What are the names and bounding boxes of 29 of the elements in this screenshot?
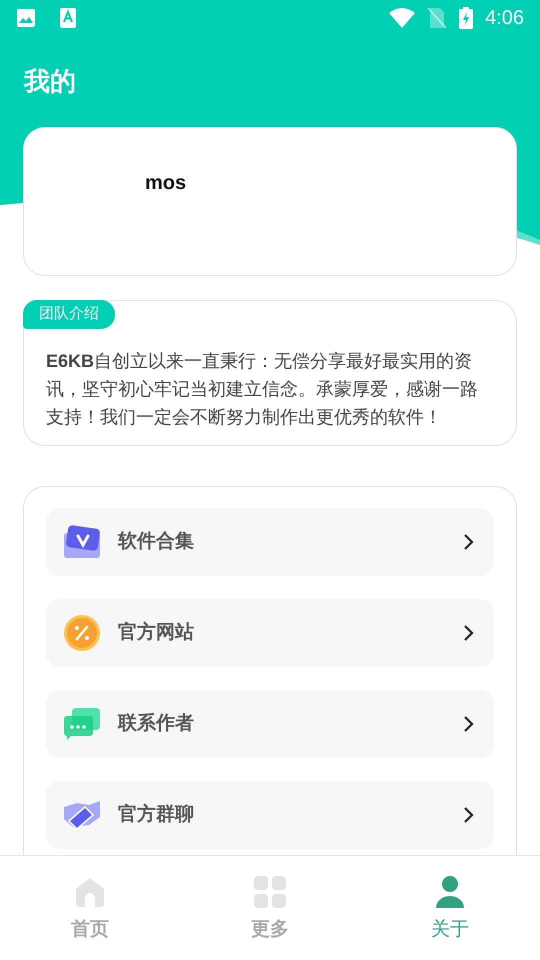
menu-item[interactable]: 联系作者: [46, 690, 494, 758]
grid-icon: [254, 876, 286, 908]
team-description: E6KB自创立以来一直秉行：无偿分享最好最实用的资讯，坚守初心牢记当初建立信念。承蒙厚爱，感谢一路支持！我们一定会不断努力制作出更优秀的软件！: [45, 350, 479, 429]
menu-item[interactable]: 软件合集: [46, 508, 494, 576]
image-icon: [16, 8, 36, 28]
menu-label: 软件合集: [118, 530, 195, 554]
person-icon: [434, 876, 466, 908]
no-sim-icon: [427, 7, 448, 29]
battery-charging-icon: [459, 7, 474, 29]
menu-item[interactable]: 官方群聊: [46, 781, 494, 849]
text-a-icon: [60, 8, 76, 28]
menu-label: 官方网站: [118, 620, 195, 645]
video-card-icon: [63, 525, 101, 559]
chevron-right-icon: [462, 624, 474, 642]
percent-coin-icon: [63, 615, 101, 651]
menu-label: 官方群聊: [118, 802, 195, 827]
chevron-right-icon: [462, 806, 474, 824]
team-tag: 团队介绍: [23, 300, 115, 329]
handshake-icon: [63, 799, 101, 831]
wifi-icon: [389, 8, 416, 28]
home-icon: [74, 876, 106, 908]
status-time: 4:06: [485, 6, 524, 31]
chevron-right-icon: [462, 715, 474, 733]
chevron-right-icon: [462, 533, 474, 551]
menu-item[interactable]: 官方网站: [46, 599, 494, 667]
menu-label: 联系作者: [118, 712, 195, 736]
page-title: 我的: [24, 65, 76, 98]
user-name: mos: [145, 172, 186, 194]
chat-bubbles-icon: [63, 707, 101, 741]
